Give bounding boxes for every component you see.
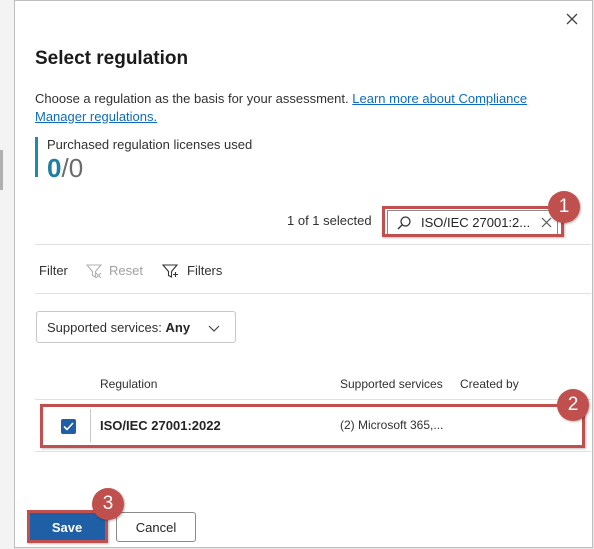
licenses-accent-bar xyxy=(35,137,38,177)
reset-filters-button[interactable]: Reset xyxy=(85,261,155,281)
close-button[interactable] xyxy=(564,11,580,27)
licenses-value: 0/0 xyxy=(47,153,83,184)
column-header-supported-services[interactable]: Supported services xyxy=(340,377,443,391)
callout-highlight-row xyxy=(40,404,585,448)
select-regulation-panel: Select regulation Choose a regulation as… xyxy=(14,0,593,548)
callout-badge-2: 2 xyxy=(557,389,589,421)
licenses-total: 0 xyxy=(68,153,84,183)
services-dropdown-label: Supported services: xyxy=(47,320,162,335)
filter-icon xyxy=(161,264,179,278)
divider-table-header xyxy=(35,399,591,400)
filter-reset-icon xyxy=(85,264,103,279)
licenses-label: Purchased regulation licenses used xyxy=(47,137,253,152)
column-header-regulation[interactable]: Regulation xyxy=(100,377,157,391)
licenses-separator: / xyxy=(61,153,69,183)
dialog-description: Choose a regulation as the basis for you… xyxy=(35,90,565,126)
divider-table-bottom xyxy=(35,451,591,452)
filters-label: Filters xyxy=(187,263,223,278)
dialog-title: Select regulation xyxy=(35,48,189,69)
filter-label: Filter xyxy=(39,263,68,278)
column-header-created-by[interactable]: Created by xyxy=(460,377,519,391)
filters-button[interactable]: Filters xyxy=(161,261,241,281)
background-page xyxy=(0,0,15,549)
divider-top xyxy=(35,244,591,245)
cancel-button[interactable]: Cancel xyxy=(116,512,196,542)
divider-filters xyxy=(35,293,591,294)
chevron-down-icon xyxy=(208,325,220,332)
callout-badge-1: 1 xyxy=(548,191,580,223)
description-text: Choose a regulation as the basis for you… xyxy=(35,91,349,106)
licenses-used: 0 xyxy=(47,153,62,183)
callout-highlight-search xyxy=(382,206,564,237)
close-icon xyxy=(566,13,578,25)
supported-services-dropdown[interactable]: Supported services: Any xyxy=(36,311,236,343)
services-dropdown-value: Any xyxy=(165,320,191,335)
reset-label: Reset xyxy=(109,263,143,278)
callout-badge-3: 3 xyxy=(92,488,124,520)
services-dropdown-text: Supported services: Any xyxy=(47,320,190,335)
background-accent xyxy=(0,150,3,190)
selected-count: 1 of 1 selected xyxy=(287,213,372,228)
